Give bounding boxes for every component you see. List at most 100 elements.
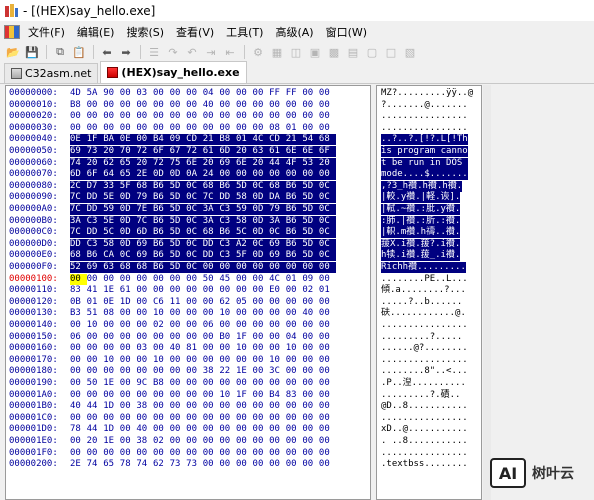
stack-icon[interactable]: ▤ bbox=[344, 44, 362, 60]
watermark: AI 树叶云 bbox=[490, 453, 594, 493]
row-bytes: DD C3 58 0D 69 B6 5D 0C DD C3 A2 0C 69 B6 5D 0C bbox=[70, 238, 336, 250]
hex-row[interactable]: 00000060: 74 20 62 65 20 72 75 6E 20 69 6E 20 44 4F 53 2… bbox=[6, 157, 370, 169]
row-bytes: 7C DD 5C 0D 6D B6 5D 0C 68 B6 5C 0D 0C B6 5D 0C bbox=[70, 227, 336, 239]
menu-window[interactable]: 窗口(W) bbox=[320, 21, 373, 42]
layout-icon[interactable]: ◫ bbox=[287, 44, 305, 60]
window-icon[interactable]: □ bbox=[382, 44, 400, 60]
menu-view[interactable]: 查看(V) bbox=[170, 21, 220, 42]
ascii-text: .P..湼.......... bbox=[381, 378, 466, 388]
hex-row[interactable]: 00000120: 0B 01 0E 1D 00 C6 11 00 00 62 05 00 00 00 00 0… bbox=[6, 297, 370, 308]
row-offset: 000001C0: bbox=[9, 412, 58, 423]
row-offset: 00000020: bbox=[9, 111, 58, 122]
open-folder-icon[interactable]: 📂 bbox=[4, 44, 22, 60]
table-icon[interactable]: ▩ bbox=[325, 44, 343, 60]
row-offset: 000000D0: bbox=[9, 238, 58, 249]
menu-edit[interactable]: 编辑(E) bbox=[71, 21, 121, 42]
hex-row[interactable]: 00000190: 00 50 1E 00 9C B8 00 00 00 00 00 00 00 00 00 0… bbox=[6, 378, 370, 389]
row-offset: 00000050: bbox=[9, 146, 58, 156]
row-offset: 000001E0: bbox=[9, 436, 58, 446]
row-bytes: 0B 01 0E 1D 00 C6 11 00 00 62 05 00 00 00 00 00 bbox=[70, 296, 330, 307]
row-bytes: 00 00 00 00 00 00 00 00 50 45 00 00 4C 01 09 00 bbox=[70, 273, 330, 285]
hex-row[interactable]: 000000F0: 52 69 63 68 68 B6 5D 0C 00 00 00 00 00 00 00 0… bbox=[6, 262, 370, 273]
hex-row[interactable]: 000001D0: 78 44 1D 00 40 00 00 00 00 00 00 00 00 00 00 0… bbox=[6, 424, 370, 435]
ascii-text: .........?.磧.. bbox=[381, 389, 461, 400]
hex-row[interactable]: 000000A0: 7C DD 59 0D 7E B6 5D 0C 3A C3 59 0D 79 B6 5D 0… bbox=[6, 204, 370, 215]
row-bytes: 68 B6 CA 0C 69 B6 5D 0C DD C3 5F 0D 69 B6 5D 0C bbox=[70, 250, 336, 262]
forward-arrow-icon[interactable]: ➡ bbox=[117, 44, 135, 60]
menu-search[interactable]: 搜索(S) bbox=[120, 21, 170, 42]
save-icon[interactable]: 💾 bbox=[23, 44, 41, 60]
ascii-text: 菝X.i禶.菝?.i禶. bbox=[381, 238, 461, 250]
hex-row[interactable]: 00000130: B3 51 08 00 00 10 00 00 00 10 00 00 00 00 40 0… bbox=[6, 308, 370, 319]
step-into-icon[interactable]: ↷ bbox=[164, 44, 182, 60]
hex-row[interactable]: 00000180: 00 00 00 00 00 00 00 00 38 22 1E 00 3C 00 00 0… bbox=[6, 366, 370, 377]
tab-c32asm[interactable]: C32asm.net bbox=[4, 63, 99, 83]
hex-row[interactable]: 000000B0: 3A C3 5E 0D 7C B6 5D 0C 3A C3 58 0D 3A B6 5D 0… bbox=[6, 215, 370, 227]
ascii-text: 傾.a........?... bbox=[381, 285, 466, 296]
hex-row[interactable]: 000001E0: 00 20 1E 00 38 02 00 00 00 00 00 00 00 00 00 0… bbox=[6, 436, 370, 447]
hex-row[interactable]: 00000080: 2C D7 33 5F 68 B6 5D 0C 68 B6 5D 0C 68 B6 5D 0… bbox=[6, 180, 370, 192]
hex-row[interactable]: 00000160: 00 00 00 00 03 00 40 81 00 00 10 00 00 10 00 0… bbox=[6, 343, 370, 354]
hex-row[interactable]: 00000100: 00 00 00 00 00 00 00 00 50 45 00 00 4C 01 09 0… bbox=[6, 273, 370, 285]
copy-icon[interactable]: ⧉ bbox=[51, 44, 69, 60]
vertical-scrollbar[interactable] bbox=[483, 85, 491, 500]
grid-icon[interactable]: ▦ bbox=[268, 44, 286, 60]
menu-app-icon[interactable] bbox=[4, 24, 20, 39]
hex-row[interactable]: 00000110: 83 41 1E 61 00 00 00 00 00 00 00 00 E0 00 02 0… bbox=[6, 285, 370, 296]
hex-row[interactable]: 00000030: 00 00 00 00 00 00 00 00 00 00 00 00 08 01 00 0… bbox=[6, 123, 370, 134]
hex-row[interactable]: 00000170: 00 00 10 00 00 10 00 00 00 00 00 00 10 00 00 0… bbox=[6, 355, 370, 366]
hex-view[interactable]: 00000000: 4D 5A 90 00 03 00 00 00 04 00 00 00 FF FF 00 0… bbox=[5, 85, 371, 500]
back-arrow-icon[interactable]: ⬅ bbox=[98, 44, 116, 60]
row-offset: 00000030: bbox=[9, 122, 58, 133]
list-icon[interactable]: ☰ bbox=[145, 44, 163, 60]
hex-row[interactable]: 00000020: 00 00 00 00 00 00 00 00 00 00 00 00 00 00 00 0… bbox=[6, 111, 370, 122]
hex-row[interactable]: 00000200: 2E 74 65 78 74 62 73 73 00 00 00 00 00 00 00 0… bbox=[6, 459, 370, 470]
ascii-text: ................ bbox=[381, 122, 468, 133]
frame-icon[interactable]: ▢ bbox=[363, 44, 381, 60]
return-icon[interactable]: ⇤ bbox=[221, 44, 239, 60]
ascii-text: :肺.|禶.:肵.:禶. bbox=[381, 215, 461, 227]
hex-row[interactable]: 00000070: 6D 6F 64 65 2E 0D 0D 0A 24 00 00 00 00 00 00 0… bbox=[6, 169, 370, 181]
document-icon bbox=[11, 68, 22, 79]
menu-tools[interactable]: 工具(T) bbox=[220, 21, 269, 42]
menu-bar: 文件(F) 编辑(E) 搜索(S) 查看(V) 工具(T) 高级(A) 窗口(W) bbox=[0, 21, 594, 42]
row-bytes: 2C D7 33 5F 68 B6 5D 0C 68 B6 5D 0C 68 B6 5D 0C bbox=[70, 180, 336, 192]
hex-row[interactable]: 000001B0: 40 44 1D 00 38 00 00 00 00 00 00 00 00 00 00 0… bbox=[6, 401, 370, 412]
step-over-icon[interactable]: ↶ bbox=[183, 44, 201, 60]
row-offset: 00000010: bbox=[9, 99, 58, 110]
hex-row[interactable]: 00000010: B8 00 00 00 00 00 00 00 40 00 00 00 00 00 00 0… bbox=[6, 100, 370, 111]
ascii-text: ,?3_h禶.h禶.h禶. bbox=[381, 180, 463, 192]
hex-row[interactable]: 00000140: 00 10 00 00 00 02 00 00 06 00 00 00 00 00 00 0… bbox=[6, 320, 370, 331]
hex-row[interactable]: 000001F0: 00 00 00 00 00 00 00 00 00 00 00 00 00 00 00 0… bbox=[6, 448, 370, 459]
menu-advanced[interactable]: 高级(A) bbox=[269, 21, 319, 42]
ascii-text: ......@?........ bbox=[381, 343, 468, 354]
hex-row[interactable]: 000001C0: 00 00 00 00 00 00 00 00 00 00 00 00 00 00 00 0… bbox=[6, 413, 370, 424]
hex-row[interactable]: 00000090: 7C DD 5E 0D 79 B6 5D 0C 7C DD 58 0D DA B6 5D 0… bbox=[6, 192, 370, 204]
menu-file[interactable]: 文件(F) bbox=[22, 21, 71, 42]
panel-icon[interactable]: ▧ bbox=[401, 44, 419, 60]
paste-icon[interactable]: 📋 bbox=[70, 44, 88, 60]
ascii-text: .........?..... bbox=[381, 331, 463, 342]
hex-row[interactable]: 000001A0: 00 00 00 00 00 00 00 00 00 10 1F 00 B4 83 00 0… bbox=[6, 390, 370, 401]
hex-row[interactable]: 00000040: 0E 1F BA 0E 00 B4 09 CD 21 B8 01 4C CD 21 54 6… bbox=[6, 134, 370, 146]
hex-row[interactable]: 00000150: 06 00 00 00 00 00 00 00 00 B0 1F 00 00 04 00 0… bbox=[6, 332, 370, 343]
ascii-text: .textbss........ bbox=[381, 459, 468, 470]
row-bytes: 0E 1F BA 0E 00 B4 09 CD 21 B8 01 4C CD 21 54 68 bbox=[70, 134, 336, 146]
run-to-icon[interactable]: ⇥ bbox=[202, 44, 220, 60]
gear-icon[interactable]: ⚙ bbox=[249, 44, 267, 60]
ascii-text: |較.y禶.|軽.诙]. bbox=[381, 192, 461, 204]
row-offset: 00000060: bbox=[9, 157, 58, 168]
hex-row[interactable]: 000000D0: DD C3 58 0D 69 B6 5D 0C DD C3 A2 0C 69 B6 5D 0… bbox=[6, 238, 370, 250]
row-offset: 00000160: bbox=[9, 343, 58, 354]
row-bytes: 00 00 00 00 00 00 00 00 00 00 00 00 00 00 00 00 bbox=[70, 447, 330, 458]
row-bytes: 00 00 10 00 00 10 00 00 00 00 00 00 10 00 00 00 bbox=[70, 354, 330, 365]
row-offset: 00000180: bbox=[9, 366, 58, 377]
hex-row[interactable]: 000000C0: 7C DD 5C 0D 6D B6 5D 0C 68 B6 5C 0D 0C B6 5D 0… bbox=[6, 227, 370, 239]
block-icon[interactable]: ▣ bbox=[306, 44, 324, 60]
tab-hex-say-hello[interactable]: (HEX)say_hello.exe bbox=[100, 61, 247, 83]
hex-row[interactable]: 00000050: 69 73 20 70 72 6F 67 72 61 6D 20 63 61 6E 6E 6… bbox=[6, 146, 370, 157]
row-bytes: 00 00 00 00 00 00 00 00 38 22 1E 00 3C 00 00 00 bbox=[70, 366, 330, 377]
hex-row[interactable]: 00000000: 4D 5A 90 00 03 00 00 00 04 00 00 00 FF FF 00 0… bbox=[6, 88, 370, 99]
hex-row[interactable]: 000000E0: 68 B6 CA 0C 69 B6 5D 0C DD C3 5F 0D 69 B6 5D 0… bbox=[6, 250, 370, 262]
ascii-view[interactable]: MZ?.........ÿÿ..@ ?.......@..............… bbox=[376, 85, 482, 500]
